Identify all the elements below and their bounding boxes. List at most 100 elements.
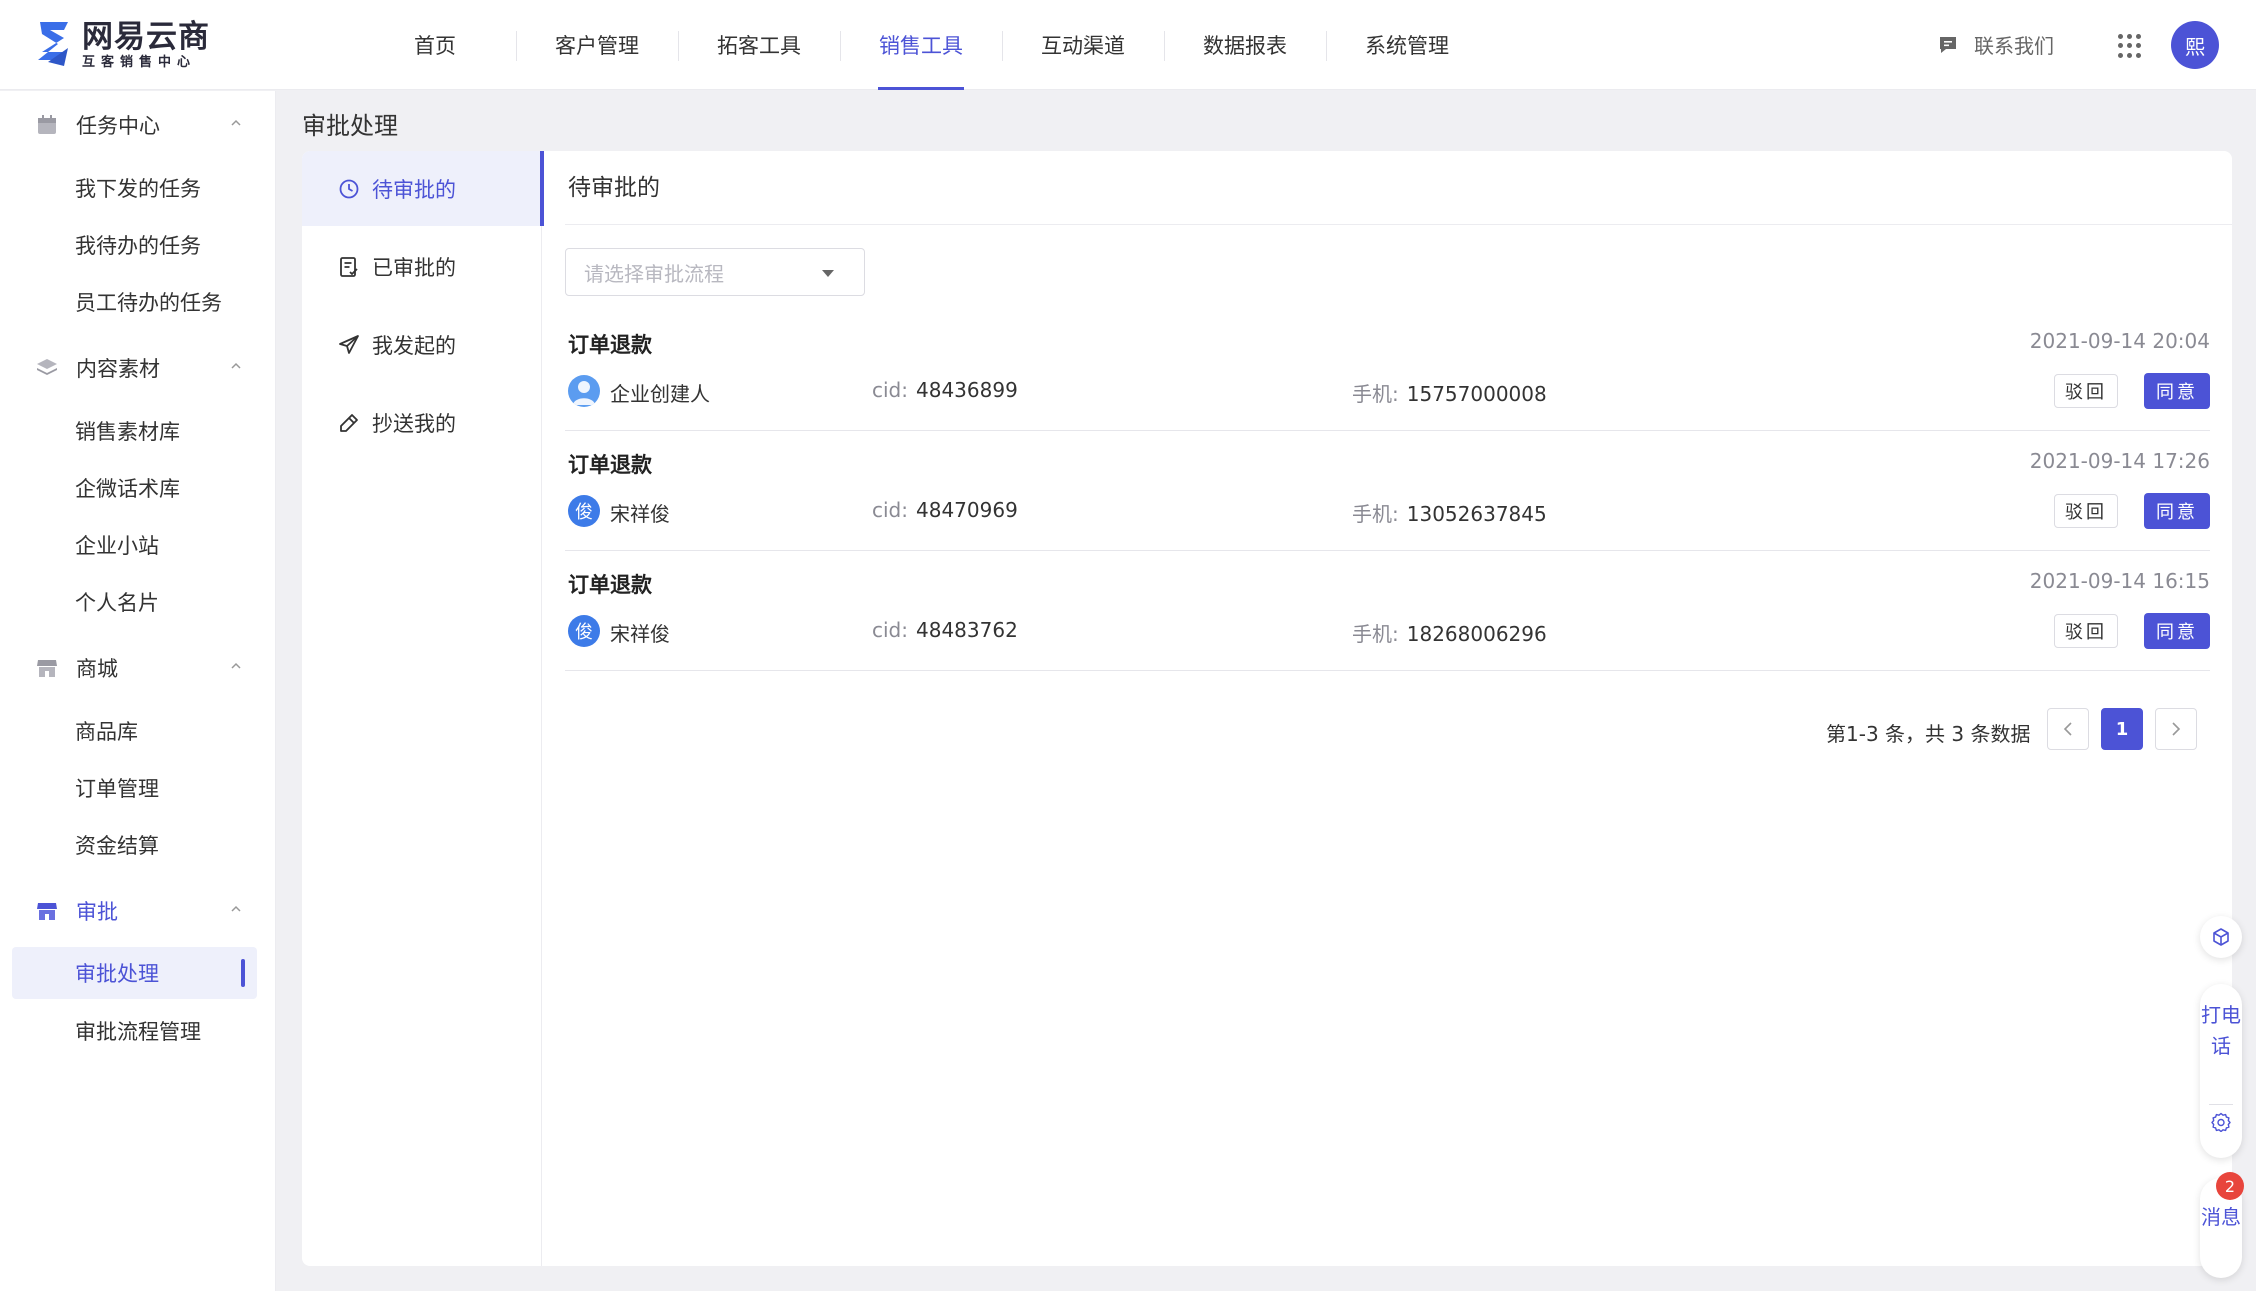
- logo[interactable]: 网易云商 互客销售中心: [34, 18, 210, 72]
- phone-label: 手机:: [1352, 622, 1399, 646]
- prev-page-button[interactable]: [2047, 708, 2089, 750]
- next-page-button[interactable]: [2155, 708, 2197, 750]
- agree-button[interactable]: 同意: [2144, 613, 2210, 649]
- approval-icon: [37, 903, 57, 920]
- record-title: 订单退款: [568, 453, 652, 477]
- call-label: 打电话: [2201, 1003, 2241, 1058]
- sidebar-item-micro-site[interactable]: 企业小站: [12, 519, 257, 571]
- user-avatar[interactable]: 熙: [2171, 21, 2219, 69]
- subnav-pending[interactable]: 待审批的: [302, 151, 544, 226]
- sidebar-group-mall[interactable]: 商城: [0, 643, 276, 693]
- person-avatar-icon: [568, 375, 600, 407]
- agree-button[interactable]: 同意: [2144, 493, 2210, 529]
- divider: [2209, 1104, 2233, 1105]
- approval-subnav: 待审批的 已审批的 我发起的 抄送我的: [302, 151, 544, 1266]
- apps-grid-icon[interactable]: [2118, 34, 2142, 58]
- nav-system[interactable]: 系统管理: [1326, 0, 1488, 90]
- chevron-up-icon: [231, 905, 241, 912]
- sidebar-group-label: 任务中心: [76, 114, 160, 138]
- subnav-initiated[interactable]: 我发起的: [302, 307, 542, 382]
- sidebar-item-sales-materials[interactable]: 销售素材库: [12, 405, 257, 457]
- page-number-button[interactable]: 1: [2101, 708, 2143, 750]
- approval-flow-select[interactable]: 请选择审批流程: [565, 248, 865, 296]
- select-placeholder: 请选择审批流程: [584, 261, 724, 286]
- calendar-icon: [38, 115, 56, 134]
- reject-button[interactable]: 驳回: [2054, 494, 2118, 528]
- sidebar-item-wecom-scripts[interactable]: 企微话术库: [12, 462, 257, 514]
- record-cid: cid: 48483762: [872, 618, 1018, 642]
- pencil-icon: [340, 413, 358, 432]
- nav-customers[interactable]: 客户管理: [516, 0, 678, 90]
- cid-value: 48483762: [916, 618, 1018, 642]
- record-phone: 手机: 13052637845: [1352, 498, 1547, 527]
- approval-record: 订单退款 2021-09-14 20:04 企业创建人 cid: 48436899…: [565, 311, 2210, 431]
- cid-value: 48470969: [916, 498, 1018, 522]
- brand-title: 网易云商: [82, 19, 210, 55]
- sidebar-group-task-center[interactable]: 任务中心: [0, 100, 276, 150]
- sidebar-group-label: 商城: [76, 657, 118, 681]
- sidebar: 任务中心 我下发的任务 我待办的任务 员工待办的任务 内容素材 销售素材库 企微…: [0, 91, 276, 1291]
- sidebar-item-my-todo-tasks[interactable]: 我待办的任务: [12, 219, 257, 271]
- call-widget[interactable]: 打电话: [2200, 984, 2242, 1158]
- record-title: 订单退款: [568, 333, 652, 357]
- chevron-right-icon: [2172, 722, 2181, 736]
- sidebar-item-approval-flow-management[interactable]: 审批流程管理: [12, 1005, 257, 1057]
- record-avatar: 俊: [568, 495, 600, 527]
- logo-icon: [38, 22, 68, 66]
- record-phone: 手机: 18268006296: [1352, 618, 1547, 647]
- sidebar-item-product-library[interactable]: 商品库: [12, 705, 257, 757]
- cid-value: 48436899: [916, 378, 1018, 402]
- chat-icon: [1940, 36, 1956, 53]
- subnav-cc[interactable]: 抄送我的: [302, 385, 542, 460]
- nav-sales-tools[interactable]: 销售工具: [840, 0, 1002, 90]
- record-applicant: 企业创建人: [610, 382, 710, 406]
- approval-record: 订单退款 2021-09-14 16:15 俊 宋祥俊 cid: 48483762…: [565, 551, 2210, 671]
- phone-value: 15757000008: [1406, 382, 1547, 406]
- contact-us-label: 联系我们: [1974, 34, 2054, 58]
- pagination-info: 第1-3 条，共 3 条数据: [1826, 722, 2031, 746]
- approval-card: 待审批的 已审批的 我发起的 抄送我的 待审批的 请选择审批流程 订单退款 20…: [302, 151, 2232, 1266]
- record-applicant: 宋祥俊: [610, 502, 670, 526]
- nav-reports[interactable]: 数据报表: [1164, 0, 1326, 90]
- agree-button[interactable]: 同意: [2144, 373, 2210, 409]
- main-nav: 首页 客户管理 拓客工具 销售工具 互动渠道 数据报表 系统管理: [354, 0, 1488, 90]
- checklist-icon: [340, 256, 358, 277]
- caret-down-icon: [822, 270, 834, 277]
- nav-prospecting[interactable]: 拓客工具: [678, 0, 840, 90]
- sidebar-group-content[interactable]: 内容素材: [0, 343, 276, 393]
- sidebar-item-order-management[interactable]: 订单管理: [12, 762, 257, 814]
- subnav-approved[interactable]: 已审批的: [302, 229, 542, 304]
- sidebar-item-my-issued-tasks[interactable]: 我下发的任务: [12, 162, 257, 214]
- cube-widget-button[interactable]: [2200, 916, 2242, 958]
- record-cid: cid: 48436899: [872, 378, 1018, 402]
- subnav-label: 我发起的: [372, 333, 456, 358]
- nav-home[interactable]: 首页: [354, 0, 516, 90]
- nav-channels[interactable]: 互动渠道: [1002, 0, 1164, 90]
- sidebar-group-label: 审批: [76, 900, 118, 924]
- sidebar-item-approval-processing[interactable]: 审批处理: [12, 947, 257, 999]
- brand-subtitle: 互客销售中心: [82, 55, 197, 70]
- top-bar: 网易云商 互客销售中心 首页 客户管理 拓客工具 销售工具 互动渠道 数据报表 …: [0, 0, 2256, 90]
- cid-label: cid:: [872, 378, 908, 402]
- reject-button[interactable]: 驳回: [2054, 614, 2118, 648]
- phone-label: 手机:: [1352, 382, 1399, 406]
- record-time: 2021-09-14 20:04: [2029, 329, 2210, 353]
- store-icon: [37, 660, 57, 677]
- record-cid: cid: 48470969: [872, 498, 1018, 522]
- record-phone: 手机: 15757000008: [1352, 378, 1547, 407]
- reject-button[interactable]: 驳回: [2054, 374, 2118, 408]
- record-title: 订单退款: [568, 573, 652, 597]
- record-time: 2021-09-14 17:26: [2029, 449, 2210, 473]
- approval-record: 订单退款 2021-09-14 17:26 俊 宋祥俊 cid: 48470969…: [565, 431, 2210, 551]
- sidebar-item-fund-settlement[interactable]: 资金结算: [12, 819, 257, 871]
- sidebar-item-staff-todo-tasks[interactable]: 员工待办的任务: [12, 276, 257, 328]
- chevron-up-icon: [231, 662, 241, 669]
- sidebar-group-approval[interactable]: 审批: [0, 886, 276, 936]
- sidebar-group-label: 内容素材: [76, 357, 160, 381]
- message-count-badge: 2: [2216, 1172, 2244, 1200]
- gear-icon[interactable]: [2211, 1112, 2231, 1132]
- contact-us-link[interactable]: 联系我们: [1938, 30, 2054, 59]
- sidebar-item-business-card[interactable]: 个人名片: [12, 576, 257, 628]
- chevron-up-icon: [231, 119, 241, 126]
- cid-label: cid:: [872, 618, 908, 642]
